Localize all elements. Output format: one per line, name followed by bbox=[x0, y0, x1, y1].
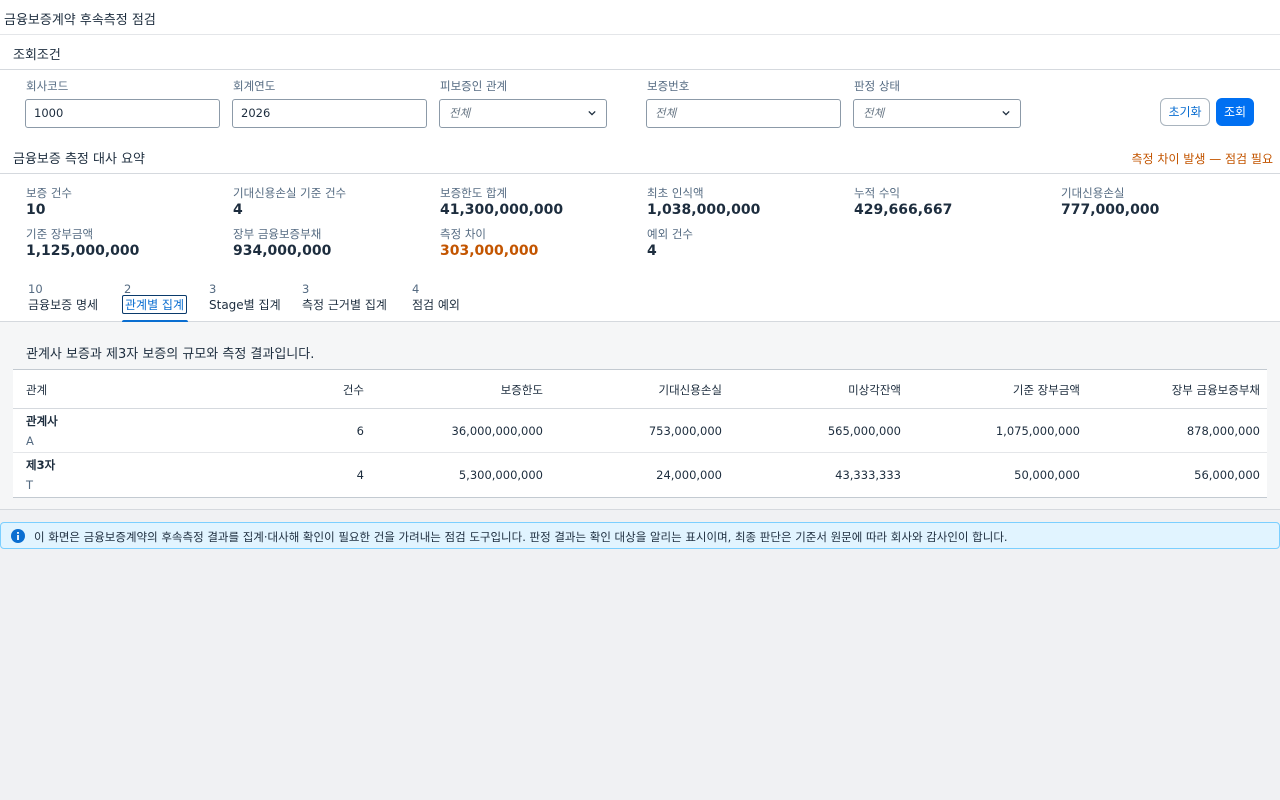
info-message-strip: 이 화면은 금융보증계약의 후속측정 결과를 집계·대사해 확인이 필요한 건을… bbox=[0, 522, 1280, 549]
kpi-value: 10 bbox=[26, 202, 46, 218]
kpi-value: 1,038,000,000 bbox=[647, 202, 761, 218]
column-header: 기대신용손실 bbox=[658, 383, 722, 397]
unamortized-cell: 565,000,000 bbox=[827, 424, 901, 438]
table-row[interactable]: 관계사 A 6 36,000,000,000 753,000,000 565,0… bbox=[13, 409, 1267, 453]
relationship-name: 관계사 bbox=[26, 414, 58, 428]
kpi-label: 측정 차이 bbox=[440, 227, 486, 241]
kpi-label: 기대신용손실 bbox=[1061, 186, 1125, 200]
kpi-label: 보증한도 합계 bbox=[440, 186, 508, 200]
tab-by-relationship[interactable]: 2 관계별 집계 bbox=[122, 282, 188, 323]
search-button[interactable]: 조회 bbox=[1216, 98, 1254, 126]
tab-count: 4 bbox=[412, 282, 420, 296]
tab-count: 2 bbox=[124, 282, 132, 296]
app-header: 금융보증계약 후속측정 점검 bbox=[0, 0, 1280, 35]
tab-count: 3 bbox=[209, 282, 217, 296]
base-amount-cell: 1,075,000,000 bbox=[995, 424, 1080, 438]
fiscal-year-label: 회계연도 bbox=[233, 79, 276, 93]
limit-cell: 5,300,000,000 bbox=[458, 468, 543, 482]
tab-content: 관계사 보증과 제3자 보증의 규모와 측정 결과입니다. 관계 건수 보증한도… bbox=[0, 322, 1280, 510]
kpi-value: 777,000,000 bbox=[1061, 202, 1160, 218]
judgement-select-value: 전체 bbox=[863, 106, 885, 120]
kpi-label: 기대신용손실 기준 건수 bbox=[233, 186, 347, 200]
filter-panel-title: 조회조건 bbox=[13, 48, 61, 63]
count-cell: 6 bbox=[356, 424, 364, 438]
kpi-value: 1,125,000,000 bbox=[26, 243, 140, 259]
unamortized-cell: 43,333,333 bbox=[835, 468, 901, 482]
relationship-code: A bbox=[26, 434, 34, 448]
relationship-select[interactable]: 전체 bbox=[439, 99, 607, 128]
tab-label: 점검 예외 bbox=[412, 298, 460, 312]
kpi-label: 장부 금융보증부채 bbox=[233, 227, 322, 241]
tab-exceptions[interactable]: 4 점검 예외 bbox=[412, 282, 464, 322]
guarantee-no-field[interactable]: 전체 bbox=[646, 99, 841, 128]
summary-panel: 금융보증 측정 대사 요약 보증 건수 10 기대신용손실 기준 건수 4 보증… bbox=[0, 139, 1280, 272]
company-code-field[interactable]: 1000 bbox=[25, 99, 220, 128]
column-header: 건수 bbox=[342, 383, 364, 397]
ecl-cell: 753,000,000 bbox=[648, 424, 722, 438]
kpi-label: 보증 건수 bbox=[26, 186, 72, 200]
tab-label: 측정 근거별 집계 bbox=[302, 298, 387, 312]
chevron-down-icon bbox=[588, 110, 596, 116]
kpi-value: 4 bbox=[233, 202, 243, 218]
section-description: 관계사 보증과 제3자 보증의 규모와 측정 결과입니다. bbox=[26, 347, 315, 362]
reset-button[interactable]: 초기화 bbox=[1160, 98, 1210, 126]
tab-label: 금융보증 명세 bbox=[28, 298, 99, 312]
table-row[interactable]: 제3자 T 4 5,300,000,000 24,000,000 43,333,… bbox=[13, 453, 1267, 497]
tab-by-stage[interactable]: 3 Stage별 집계 bbox=[209, 282, 281, 322]
kpi-value: 429,666,667 bbox=[854, 202, 953, 218]
page-title: 금융보증계약 후속측정 점검 bbox=[4, 13, 156, 28]
divider bbox=[0, 69, 1280, 70]
table-header: 관계 건수 보증한도 기대신용손실 미상각잔액 기준 장부금액 장부 금융보증부… bbox=[13, 370, 1267, 409]
column-header: 기준 장부금액 bbox=[1012, 383, 1080, 397]
summary-panel-title: 금융보증 측정 대사 요약 bbox=[13, 152, 145, 167]
kpi-label: 기준 장부금액 bbox=[26, 227, 94, 241]
limit-cell: 36,000,000,000 bbox=[451, 424, 543, 438]
column-header: 미상각잔액 bbox=[848, 383, 901, 397]
ecl-cell: 24,000,000 bbox=[656, 468, 722, 482]
tab-label: Stage별 집계 bbox=[209, 298, 281, 312]
book-liability-cell: 56,000,000 bbox=[1194, 468, 1260, 482]
chevron-down-icon bbox=[1002, 110, 1010, 116]
judgement-label: 판정 상태 bbox=[854, 79, 900, 93]
relationship-name: 제3자 bbox=[26, 458, 56, 472]
kpi-value: 41,300,000,000 bbox=[440, 202, 564, 218]
divider bbox=[0, 173, 1280, 174]
tab-bar: 10 금융보증 명세 2 관계별 집계 3 Stage별 집계 3 측정 근거별… bbox=[0, 272, 1280, 323]
company-code-label: 회사코드 bbox=[26, 79, 69, 93]
alert-message: 측정 차이 발생 — 점검 필요 bbox=[1131, 152, 1273, 166]
measurement-difference-value: 303,000,000 bbox=[440, 243, 539, 259]
kpi-label: 누적 수익 bbox=[854, 186, 900, 200]
column-header: 보증한도 bbox=[500, 383, 543, 397]
column-header: 장부 금융보증부채 bbox=[1171, 383, 1260, 397]
info-message-text: 이 화면은 금융보증계약의 후속측정 결과를 집계·대사해 확인이 필요한 건을… bbox=[34, 530, 1008, 544]
tab-label: 관계별 집계 bbox=[122, 295, 188, 314]
base-amount-cell: 50,000,000 bbox=[1014, 468, 1080, 482]
relationship-code: T bbox=[26, 478, 34, 492]
kpi-value: 4 bbox=[647, 243, 657, 259]
judgement-select[interactable]: 전체 bbox=[853, 99, 1021, 128]
kpi-value: 934,000,000 bbox=[233, 243, 332, 259]
book-liability-cell: 878,000,000 bbox=[1186, 424, 1260, 438]
relationship-label: 피보증인 관계 bbox=[440, 79, 508, 93]
fiscal-year-field[interactable]: 2026 bbox=[232, 99, 427, 128]
count-cell: 4 bbox=[356, 468, 364, 482]
relationship-select-value: 전체 bbox=[449, 106, 471, 120]
column-header: 관계 bbox=[26, 383, 48, 397]
kpi-label: 최초 인식액 bbox=[647, 186, 704, 200]
filter-panel: 조회조건 회사코드 1000 회계연도 2026 피보증인 관계 전체 보증번호… bbox=[0, 35, 1280, 139]
tab-count: 10 bbox=[28, 282, 43, 296]
kpi-label: 예외 건수 bbox=[647, 227, 693, 241]
relationship-summary-table: 관계 건수 보증한도 기대신용손실 미상각잔액 기준 장부금액 장부 금융보증부… bbox=[13, 369, 1267, 498]
info-icon bbox=[11, 529, 25, 543]
tab-guarantee-list[interactable]: 10 금융보증 명세 bbox=[28, 282, 103, 322]
guarantee-no-label: 보증번호 bbox=[647, 79, 690, 93]
tab-by-measurement-basis[interactable]: 3 측정 근거별 집계 bbox=[302, 282, 392, 322]
tab-count: 3 bbox=[302, 282, 310, 296]
